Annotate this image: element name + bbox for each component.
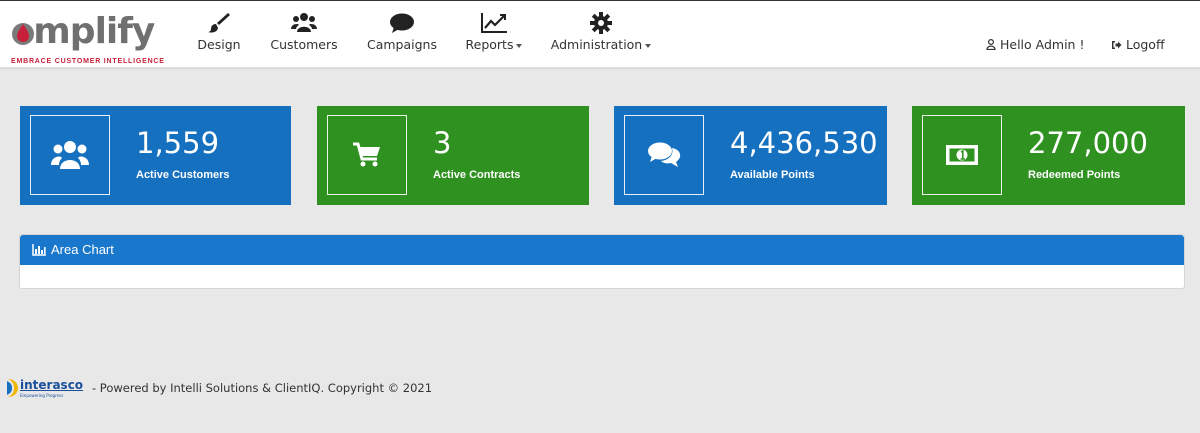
stat-tile-redeemed-points: 277,000 Redeemed Points <box>912 106 1185 205</box>
tile-label: Active Customers <box>136 169 230 181</box>
users-icon <box>51 141 89 169</box>
interasco-logo[interactable]: interasco Empowering Progress <box>6 376 96 400</box>
line-chart-icon <box>481 13 507 33</box>
bar-chart-icon <box>32 244 46 256</box>
stat-tile-active-customers: 1,559 Active Customers <box>20 106 291 205</box>
chevron-down-icon <box>645 43 652 48</box>
tile-icon-box <box>327 115 407 195</box>
nav-campaigns-label: Campaigns <box>366 37 437 52</box>
footer-copyright: - Powered by Intelli Solutions & ClientI… <box>92 381 433 395</box>
navbar: aamplify EMBRACE CUSTOMER INTELLIGENCE D… <box>0 6 1200 68</box>
tile-label: Available Points <box>730 169 815 181</box>
tile-label: Active Contracts <box>433 169 521 181</box>
stat-tile-active-contracts: 3 Active Contracts <box>317 106 589 205</box>
user-icon <box>986 38 996 51</box>
tile-value: 1,559 <box>136 126 220 160</box>
interasco-logo-word: interasco <box>20 378 84 392</box>
comments-icon <box>648 142 681 167</box>
sign-out-icon <box>1112 41 1122 49</box>
tile-icon-box <box>922 115 1002 195</box>
paintbrush-icon <box>208 13 230 33</box>
gear-icon <box>590 12 612 34</box>
nav-administration-label: Administration <box>550 37 643 52</box>
tile-icon-box <box>624 115 704 195</box>
nav-campaigns[interactable]: Campaigns <box>365 12 439 64</box>
logoff-link[interactable]: Logoff <box>1111 37 1165 52</box>
tile-label: Redeemed Points <box>1028 169 1121 181</box>
chevron-down-icon <box>516 43 523 48</box>
tile-value: 3 <box>433 126 452 160</box>
brand-name-text: amplify <box>10 11 155 52</box>
user-greeting[interactable]: Hello Admin ! <box>986 37 1084 52</box>
nav-customers[interactable]: Customers <box>268 12 340 64</box>
panel-title: Area Chart <box>51 242 114 257</box>
user-greeting-label: Hello Admin ! <box>999 37 1085 52</box>
brand-name: aamplify <box>10 12 154 52</box>
brand-tagline: EMBRACE CUSTOMER INTELLIGENCE <box>11 58 165 65</box>
nav-reports-label: Reports <box>465 37 514 52</box>
cart-icon <box>353 142 380 167</box>
nav-design[interactable]: Design <box>196 12 242 64</box>
brand-logo[interactable]: aamplify EMBRACE CUSTOMER INTELLIGENCE <box>10 12 180 68</box>
logoff-label: Logoff <box>1125 37 1165 52</box>
nav-administration[interactable]: Administration <box>549 12 653 64</box>
interasco-logo-sub: Empowering Progress <box>20 393 64 398</box>
nav-design-label: Design <box>197 37 241 52</box>
nav-reports[interactable]: Reports <box>463 12 525 64</box>
comment-icon <box>390 13 414 33</box>
nav-customers-label: Customers <box>270 37 338 52</box>
stat-tile-available-points: 4,436,530 Available Points <box>614 106 887 205</box>
tile-icon-box <box>30 115 110 195</box>
panel-header: Area Chart <box>20 235 1184 265</box>
area-chart-panel: Area Chart <box>19 234 1185 289</box>
interasco-logo-mark <box>7 379 18 397</box>
users-icon <box>291 13 317 32</box>
tile-value: 277,000 <box>1028 126 1148 160</box>
money-icon <box>946 145 978 165</box>
tile-value: 4,436,530 <box>730 126 878 160</box>
